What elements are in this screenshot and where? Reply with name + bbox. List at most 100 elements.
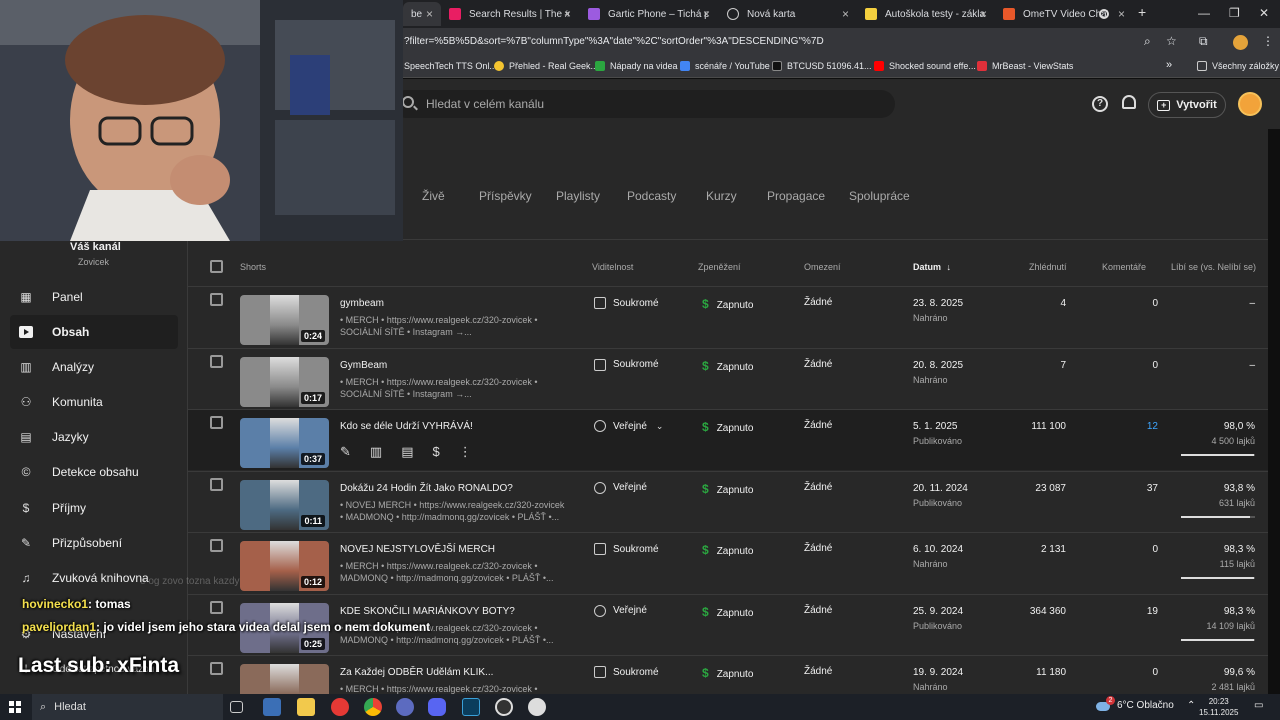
visibility-cell[interactable]: Veřejné ⌄ — [594, 420, 663, 432]
bookmark-item[interactable]: Nápady na videa — [595, 61, 678, 71]
tab-posts[interactable]: Příspěvky — [479, 189, 532, 203]
bookmark-item[interactable]: scénáře / YouTube — [680, 61, 770, 71]
minimize-icon[interactable]: — — [1198, 6, 1210, 20]
column-header-date[interactable]: Datum ↓ — [913, 262, 951, 272]
close-icon[interactable]: × — [980, 7, 987, 21]
video-title[interactable]: KDE SKONČILI MARIÁNKOVY BOTY? — [340, 606, 515, 617]
edit-icon[interactable]: ✎ — [340, 444, 351, 460]
column-header-comments[interactable]: Komentáře — [1102, 262, 1146, 272]
chevron-down-icon[interactable]: ⌄ — [656, 421, 664, 432]
account-avatar[interactable] — [1238, 92, 1262, 116]
create-button[interactable]: + Vytvořit — [1148, 92, 1226, 118]
sidebar-item-customization[interactable]: ✎ Přizpůsobení — [10, 526, 178, 560]
file-explorer-icon[interactable] — [297, 698, 315, 716]
app-icon[interactable] — [331, 698, 349, 716]
tab-playlists[interactable]: Playlisty — [556, 189, 600, 203]
browser-tab[interactable]: Nová karta × — [719, 2, 857, 26]
help-icon[interactable]: ? — [1092, 96, 1108, 112]
discord-icon[interactable] — [428, 698, 446, 716]
close-icon[interactable]: × — [564, 7, 571, 21]
column-header-likes[interactable]: Líbí se (vs. Nelíbí se) — [1171, 262, 1256, 272]
tab-podcasts[interactable]: Podcasty — [627, 189, 676, 203]
close-icon[interactable]: × — [426, 7, 433, 21]
bookmark-star-icon[interactable]: ☆ — [1166, 34, 1177, 48]
video-title[interactable]: GymBeam — [340, 360, 387, 371]
new-tab-icon[interactable]: + — [1138, 4, 1146, 20]
search-input[interactable]: Hledat v celém kanálu — [426, 97, 544, 111]
close-icon[interactable]: × — [842, 7, 849, 21]
browser-tab[interactable]: Search Results | The #1 D × — [441, 2, 579, 26]
row-checkbox[interactable] — [210, 662, 223, 675]
comments-cell[interactable]: 12 — [1147, 421, 1158, 432]
table-row[interactable]: 0:11 Dokážu 24 Hodin Žít Jako RONALDO? • N… — [188, 470, 1268, 532]
video-title[interactable]: Dokážu 24 Hodin Žít Jako RONALDO? — [340, 483, 513, 494]
video-thumbnail[interactable]: 0:37 — [240, 418, 329, 468]
video-title[interactable]: gymbeam — [340, 298, 384, 309]
bookmark-item[interactable]: Shocked sound effe... — [874, 61, 976, 71]
bookmark-item[interactable]: SpeechTech TTS Onl... — [404, 61, 497, 71]
taskbar-search[interactable]: ⌕ Hledat — [32, 694, 223, 720]
all-bookmarks[interactable]: Všechny záložky — [1197, 61, 1279, 71]
comments-icon[interactable]: ▤ — [401, 444, 413, 460]
sidebar-item-dashboard[interactable]: ▦ Panel — [10, 280, 178, 314]
window-close-icon[interactable]: ✕ — [1259, 6, 1269, 20]
tab-collaborations[interactable]: Spolupráce — [849, 189, 910, 203]
sidebar-item-analytics[interactable]: ▥ Analýzy — [10, 350, 178, 384]
column-header-visibility[interactable]: Viditelnost — [592, 262, 633, 272]
app-icon[interactable] — [263, 698, 281, 716]
browser-tab[interactable]: Autoškola testy - základn × — [857, 2, 995, 26]
bookmark-item[interactable]: Přehled - Real Geek... — [494, 61, 598, 71]
video-title[interactable]: NOVEJ NEJSTYLOVĚJŠÍ MERCH — [340, 544, 495, 555]
notifications-icon[interactable] — [1122, 95, 1136, 109]
table-row[interactable]: 0:37 Kdo se déle Udrží VYHRÁVÁ! ✎ ▥ ▤ $ ⋮ Veřej… — [188, 409, 1268, 470]
notification-center-icon[interactable]: ▭ — [1254, 700, 1263, 711]
tray-chevron-icon[interactable]: ⌃ — [1187, 700, 1195, 711]
bookmark-item[interactable]: BTCUSD 51096.41... — [772, 61, 872, 71]
chrome-icon[interactable] — [364, 698, 382, 716]
profile-avatar[interactable] — [1233, 35, 1248, 50]
windows-start-icon[interactable] — [9, 701, 21, 713]
monetization-icon[interactable]: $ — [433, 444, 440, 460]
sidebar-item-content[interactable]: Obsah — [10, 315, 178, 349]
sidebar-item-content-detection[interactable]: © Detekce obsahu — [10, 455, 178, 489]
column-header-monetization[interactable]: Zpeněžení — [698, 262, 741, 272]
tab-promotions[interactable]: Propagace — [767, 189, 825, 203]
table-row[interactable]: 0:12 NOVEJ NEJSTYLOVĚJŠÍ MERCH • MERCH • h… — [188, 532, 1268, 593]
video-title[interactable]: Kdo se déle Udrží VYHRÁVÁ! — [340, 421, 473, 432]
extensions-icon[interactable]: ⧉ — [1199, 34, 1208, 49]
url-field[interactable]: ?filter=%5B%5D&sort=%7B"columnType"%3A"d… — [404, 36, 824, 47]
more-options-icon[interactable]: ⋮ — [459, 444, 472, 460]
zoom-icon[interactable]: ⌕ — [1144, 34, 1151, 49]
row-checkbox[interactable] — [210, 600, 223, 614]
more-bookmarks-icon[interactable]: » — [1166, 59, 1172, 71]
app-icon[interactable] — [396, 698, 414, 716]
sidebar-item-earn[interactable]: $ Příjmy — [10, 491, 178, 525]
restore-icon[interactable]: ❐ — [1229, 6, 1240, 20]
tab-courses[interactable]: Kurzy — [706, 189, 737, 203]
video-thumbnail[interactable]: 0:24 — [240, 295, 329, 345]
channel-search[interactable]: Hledat v celém kanálu — [392, 90, 895, 118]
browser-tab[interactable]: OmeTV Video Chat - × — [995, 2, 1133, 26]
browser-tab-active[interactable]: be × — [403, 2, 441, 26]
row-checkbox[interactable] — [210, 354, 223, 368]
table-row[interactable]: 0:24 gymbeam • MERCH • https://www.realgee… — [188, 286, 1268, 347]
row-checkbox[interactable] — [210, 293, 223, 306]
row-checkbox[interactable] — [210, 416, 223, 429]
video-title[interactable]: Za Každej ODBĚR Udělám KLIK... — [340, 667, 493, 678]
analytics-icon[interactable]: ▥ — [370, 444, 382, 460]
app-icon[interactable] — [528, 698, 546, 716]
video-thumbnail[interactable]: 0:17 — [240, 356, 329, 407]
weather-text[interactable]: 6°C Oblačno — [1117, 700, 1174, 711]
clock[interactable]: 20:23 15.11.2025 — [1199, 696, 1238, 718]
bookmark-item[interactable]: MrBeast - ViewStats — [977, 61, 1073, 71]
close-icon[interactable]: × — [703, 7, 710, 21]
column-header-restrictions[interactable]: Omezení — [804, 262, 841, 272]
close-icon[interactable]: × — [1118, 7, 1125, 21]
select-all-checkbox[interactable] — [210, 260, 223, 273]
obs-icon[interactable] — [495, 698, 513, 716]
vegas-icon[interactable] — [462, 698, 480, 716]
sidebar-item-community[interactable]: ⚇ Komunita — [10, 385, 178, 419]
task-view-icon[interactable] — [230, 701, 243, 713]
video-thumbnail[interactable]: 0:11 — [240, 479, 329, 530]
column-header-views[interactable]: Zhlédnutí — [1029, 262, 1067, 272]
